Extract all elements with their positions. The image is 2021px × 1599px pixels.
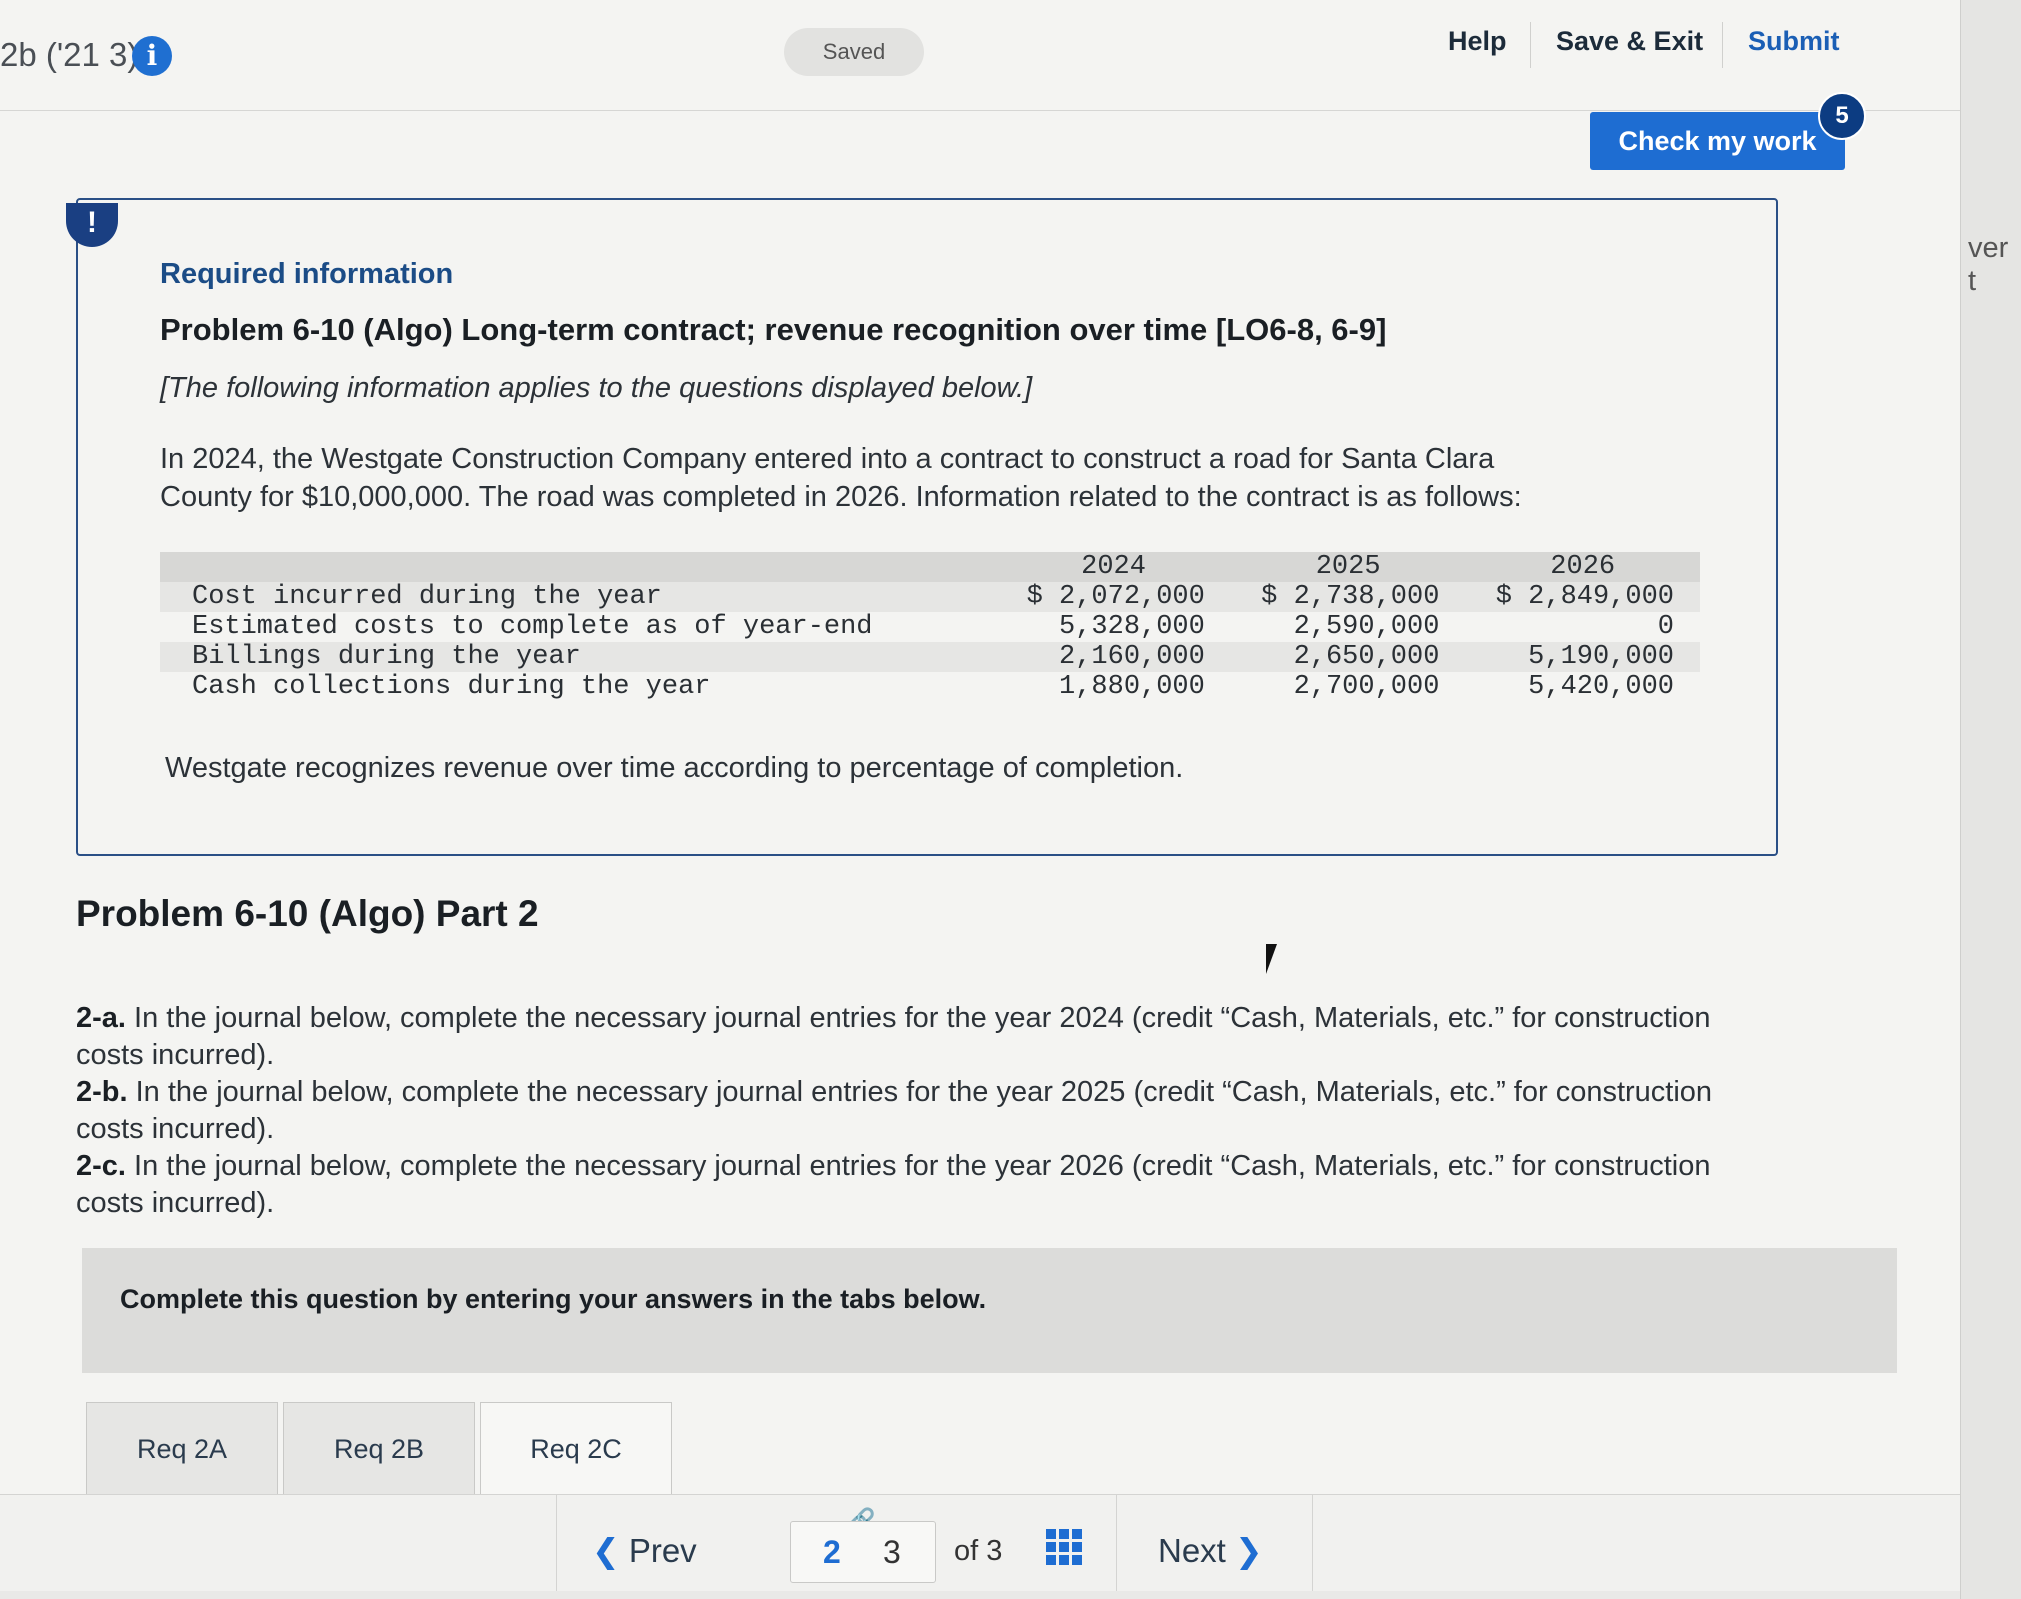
saved-status: Saved — [784, 28, 924, 76]
check-my-work-button[interactable]: Check my work — [1590, 112, 1845, 170]
table-row: Cash collections during the year 1,880,0… — [160, 672, 1700, 702]
background-window-text: ver t — [1968, 232, 2009, 297]
cell-value: 2,590,000 — [1293, 612, 1440, 642]
table-header-row: 2024 2025 2026 — [160, 552, 1700, 582]
tab-req-2c[interactable]: Req 2C — [480, 1402, 672, 1495]
mouse-cursor-icon — [1266, 944, 1288, 974]
intro-line: County for $10,000,000. The road was com… — [160, 481, 1522, 513]
col-header-2026: 2026 — [1465, 552, 1700, 582]
requirement-text: In the journal below, complete the neces… — [76, 1150, 1711, 1219]
check-attempts-badge: 5 — [1818, 92, 1866, 140]
next-page-number[interactable]: 3 — [883, 1534, 901, 1571]
question-grid-icon[interactable] — [1046, 1529, 1082, 1565]
table-row: Estimated costs to complete as of year-e… — [160, 612, 1700, 642]
table-row: Billings during the year 2,160,000 2,650… — [160, 642, 1700, 672]
requirement-2c: 2-c. In the journal below, complete the … — [76, 1148, 1756, 1222]
cell-value: $ 2,849,000 — [1465, 582, 1700, 612]
divider — [1312, 1495, 1313, 1591]
cell-value: 5,328,000 — [1059, 612, 1205, 642]
requirement-2a: 2-a. In the journal below, complete the … — [76, 1000, 1756, 1074]
bottom-navigation: ❮ Prev 🔗 2 3 of 3 Next ❯ — [0, 1494, 1960, 1591]
chevron-left-icon: ❮ — [592, 1532, 620, 1569]
part-title: Problem 6-10 (Algo) Part 2 — [76, 893, 539, 934]
cell-value: $ 2,072,000 — [996, 582, 1231, 612]
col-header-2024: 2024 — [996, 552, 1231, 582]
required-information-heading: Required information — [160, 258, 454, 290]
page-selector[interactable]: 2 3 — [790, 1521, 936, 1583]
intro-line: In 2024, the Westgate Construction Compa… — [160, 443, 1495, 475]
cell-value: 2,160,000 — [996, 642, 1231, 672]
cell-value: 5,420,000 — [1528, 672, 1674, 702]
instructions-text: Complete this question by entering your … — [120, 1284, 987, 1314]
cell-value: 5,190,000 — [1465, 642, 1700, 672]
divider — [1722, 22, 1723, 68]
assignment-label: 2b ('21 3) — [0, 36, 139, 73]
page-total: of 3 — [954, 1535, 1003, 1567]
divider — [1116, 1495, 1117, 1591]
contract-data-table: 2024 2025 2026 Cost incurred during the … — [160, 552, 1700, 702]
page: 2b ('21 3) i Saved Help Save & Exit Subm… — [0, 0, 1960, 1591]
row-label: Cash collections during the year — [192, 672, 711, 702]
save-exit-link[interactable]: Save & Exit — [1556, 26, 1703, 57]
cell-value: 0 — [1657, 612, 1674, 642]
col-header-2025: 2025 — [1230, 552, 1466, 582]
problem-title: Problem 6-10 (Algo) Long-term contract; … — [160, 312, 1387, 347]
header-blank — [160, 552, 997, 582]
problem-intro: In 2024, the Westgate Construction Compa… — [160, 440, 1720, 516]
info-icon[interactable]: i — [132, 36, 172, 76]
prev-label: Prev — [628, 1532, 697, 1569]
next-button[interactable]: Next ❯ — [1158, 1531, 1263, 1570]
row-label: Estimated costs to complete as of year-e… — [192, 612, 873, 642]
row-label: Billings during the year — [160, 642, 997, 672]
info-note: [The following information applies to th… — [160, 372, 1033, 404]
requirement-tag: 2-c. — [76, 1150, 126, 1182]
current-page: 2 — [823, 1534, 841, 1570]
requirement-tag: 2-b. — [76, 1076, 128, 1108]
cell-value: 2,650,000 — [1230, 642, 1466, 672]
help-link[interactable]: Help — [1448, 26, 1507, 57]
cell-value: 2,700,000 — [1293, 672, 1440, 702]
instructions-bar: Complete this question by entering your … — [82, 1248, 1897, 1373]
requirement-2b: 2-b. In the journal below, complete the … — [76, 1074, 1756, 1148]
next-label: Next — [1158, 1532, 1226, 1569]
revenue-recognition-note: Westgate recognizes revenue over time ac… — [165, 752, 1184, 784]
cell-value: $ 2,738,000 — [1230, 582, 1466, 612]
requirement-tag: 2-a. — [76, 1002, 126, 1034]
requirement-text: In the journal below, complete the neces… — [76, 1002, 1711, 1071]
divider — [1530, 22, 1531, 68]
table-row: Cost incurred during the year $ 2,072,00… — [160, 582, 1700, 612]
submit-link[interactable]: Submit — [1748, 26, 1840, 57]
cell-value: 1,880,000 — [1059, 672, 1205, 702]
requirement-text: In the journal below, complete the neces… — [76, 1076, 1713, 1145]
prev-button[interactable]: ❮ Prev — [592, 1531, 697, 1570]
row-label: Cost incurred during the year — [160, 582, 997, 612]
top-bar: 2b ('21 3) i Saved Help Save & Exit Subm… — [0, 0, 1960, 111]
divider — [556, 1495, 557, 1591]
tab-req-2a[interactable]: Req 2A — [86, 1402, 278, 1496]
tab-req-2b[interactable]: Req 2B — [283, 1402, 475, 1496]
chevron-right-icon: ❯ — [1235, 1532, 1263, 1569]
